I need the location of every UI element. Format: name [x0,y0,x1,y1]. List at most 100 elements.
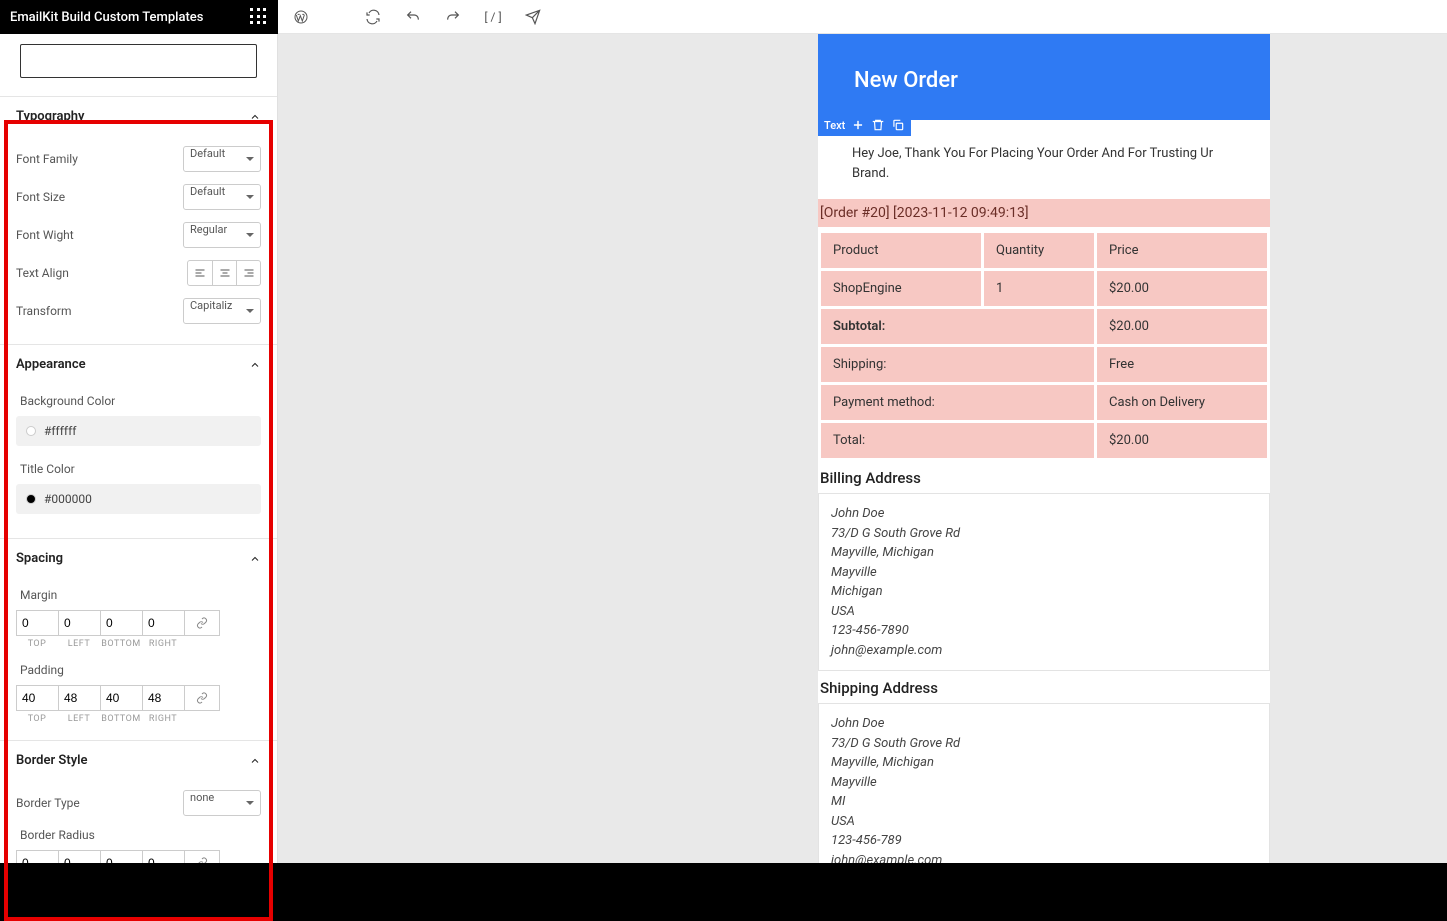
padding-inputs: TOP LEFT BOTTOM RIGHT [16,685,261,724]
email-header-title: New Order [818,34,1270,93]
section-spacing: Spacing Margin TOP LEFT BOTTOM RIGHT Pad… [0,538,277,740]
table-header-row: Product Quantity Price [821,233,1267,268]
align-right-button[interactable] [236,261,260,285]
email-header[interactable]: New Order Text [818,34,1270,120]
font-weight-select[interactable]: Regular [183,222,261,248]
editor-toolbar: [ / ] [278,0,1447,34]
order-meta[interactable]: [Order #20] [2023-11-12 09:49:13] [818,199,1270,230]
title-color-label: Title Color [16,456,261,480]
border-type-label: Border Type [16,796,80,810]
pos-label-top: TOP [28,714,47,724]
bottom-bar [0,863,1447,921]
style-sidebar: Typography Font Family Default Font Size… [0,34,278,921]
border-radius-label: Border Radius [16,822,261,846]
align-left-button[interactable] [188,261,212,285]
margin-link-button[interactable] [184,610,220,636]
title-color-input[interactable]: #000000 [16,484,261,514]
border-type-select[interactable]: none [183,790,261,816]
margin-right-input[interactable] [142,610,184,636]
title-color-swatch [26,494,36,504]
appearance-title: Appearance [16,357,86,372]
padding-top-input[interactable] [16,685,58,711]
chevron-up-icon [249,755,261,767]
th-price: Price [1097,233,1267,268]
section-header-border[interactable]: Border Style [0,741,277,780]
wordpress-icon[interactable] [290,6,312,28]
font-family-select[interactable]: Default [183,146,261,172]
cell-product: ShopEngine [821,271,981,306]
summary-label: Subtotal: [821,309,1094,344]
send-icon[interactable] [522,6,544,28]
billing-title: Billing Address [818,461,1270,493]
margin-left-input[interactable] [58,610,100,636]
section-appearance: Appearance Background Color #ffffff Titl… [0,344,277,538]
refresh-icon[interactable] [362,6,384,28]
font-family-label: Font Family [16,152,78,166]
editor-canvas[interactable]: New Order Text Hey Joe, Thank You For Pl… [278,34,1447,921]
text-align-group [187,260,261,286]
summary-row: Subtotal: $20.00 [821,309,1267,344]
summary-value: $20.00 [1097,309,1267,344]
summary-value: Cash on Delivery [1097,385,1267,420]
bg-color-value: #ffffff [44,424,76,438]
bg-color-label: Background Color [16,388,261,412]
summary-label: Payment method: [821,385,1094,420]
text-align-label: Text Align [16,266,69,280]
font-size-label: Font Size [16,190,65,204]
app-title: EmailKit Build Custom Templates [10,10,203,25]
cell-price: $20.00 [1097,271,1267,306]
app-header: EmailKit Build Custom Templates [0,0,278,34]
section-header-typography[interactable]: Typography [0,97,277,136]
redo-icon[interactable] [442,6,464,28]
summary-label: Shipping: [821,347,1094,382]
padding-bottom-input[interactable] [100,685,142,711]
title-color-value: #000000 [44,492,92,506]
apps-grid-icon[interactable] [250,8,268,26]
font-weight-label: Font Wight [16,228,74,242]
typography-title: Typography [16,109,85,124]
copy-icon[interactable] [891,118,905,132]
table-row: ShopEngine 1 $20.00 [821,271,1267,306]
margin-bottom-input[interactable] [100,610,142,636]
shipping-address: John Doe73/D G South Grove RdMayville, M… [818,703,1270,881]
section-header-appearance[interactable]: Appearance [0,345,277,384]
billing-address: John Doe73/D G South Grove RdMayville, M… [818,493,1270,671]
margin-label: Margin [16,582,261,606]
pos-label-bottom: BOTTOM [101,639,140,649]
margin-inputs: TOP LEFT BOTTOM RIGHT [16,610,261,649]
order-table: Product Quantity Price ShopEngine 1 $20.… [818,230,1270,461]
padding-link-button[interactable] [184,685,220,711]
shortcode-icon[interactable]: [ / ] [482,6,504,28]
summary-row: Total: $20.00 [821,423,1267,458]
padding-label: Padding [16,657,261,681]
pos-label-left: LEFT [68,639,90,649]
margin-top-input[interactable] [16,610,58,636]
summary-row: Payment method: Cash on Delivery [821,385,1267,420]
summary-label: Total: [821,423,1094,458]
element-type-label: Text [824,119,845,132]
pos-label-left: LEFT [68,714,90,724]
chevron-up-icon [249,359,261,371]
preview-box [20,44,257,78]
font-size-select[interactable]: Default [183,184,261,210]
bg-color-swatch [26,426,36,436]
undo-icon[interactable] [402,6,424,28]
padding-left-input[interactable] [58,685,100,711]
padding-right-input[interactable] [142,685,184,711]
trash-icon[interactable] [871,118,885,132]
email-preview: New Order Text Hey Joe, Thank You For Pl… [818,34,1270,921]
pos-label-right: RIGHT [149,639,177,649]
th-quantity: Quantity [984,233,1094,268]
align-center-button[interactable] [212,261,236,285]
chevron-up-icon [249,553,261,565]
add-icon[interactable] [851,118,865,132]
section-header-spacing[interactable]: Spacing [0,539,277,578]
transform-select[interactable]: Capitaliz [183,298,261,324]
summary-value: Free [1097,347,1267,382]
pos-label-top: TOP [28,639,47,649]
summary-row: Shipping: Free [821,347,1267,382]
chevron-up-icon [249,111,261,123]
pos-label-right: RIGHT [149,714,177,724]
bg-color-input[interactable]: #ffffff [16,416,261,446]
cell-qty: 1 [984,271,1094,306]
